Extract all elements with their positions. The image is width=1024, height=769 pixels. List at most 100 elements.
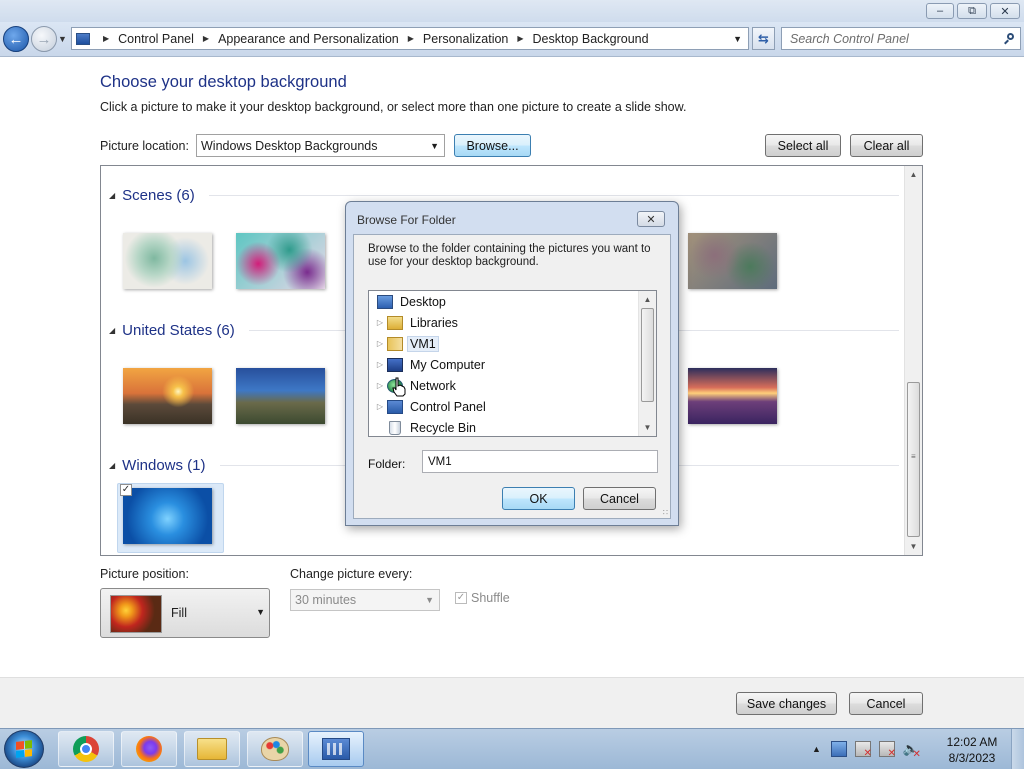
close-icon: ✕ xyxy=(1000,5,1010,18)
show-desktop-button[interactable] xyxy=(1011,729,1024,769)
tree-item-control-panel[interactable]: ▷ Control Panel xyxy=(375,396,489,417)
taskbar-explorer[interactable] xyxy=(184,731,240,767)
power-icon[interactable]: ✕ xyxy=(854,741,872,759)
tree-item-vm1[interactable]: ▷ VM1 xyxy=(375,333,439,354)
address-dropdown-icon[interactable]: ▼ xyxy=(733,34,742,44)
picture-location-dropdown[interactable]: Windows Desktop Backgrounds ▼ xyxy=(196,134,445,157)
hand-cursor-icon xyxy=(392,377,406,397)
minimize-icon: ‒ xyxy=(936,5,944,17)
volume-muted-icon[interactable]: 🔈 ✕ xyxy=(903,741,921,760)
breadcrumb-appearance[interactable]: Appearance and Personalization xyxy=(218,32,399,46)
dropdown-arrow-icon: ▼ xyxy=(430,140,439,151)
breadcrumb-chevron-icon[interactable]: ▶ xyxy=(408,34,414,43)
change-interval-dropdown[interactable]: 30 minutes ▼ xyxy=(290,589,440,611)
close-button[interactable]: ✕ xyxy=(990,3,1020,19)
tree-item-recycle-bin[interactable]: Recycle Bin xyxy=(375,417,479,436)
group-title: United States (6) xyxy=(122,322,235,339)
taskbar-paint[interactable] xyxy=(247,731,303,767)
expand-arrow-icon[interactable]: ▷ xyxy=(375,318,385,327)
wallpaper-checkbox[interactable]: ✓ xyxy=(120,484,132,496)
tree-item-label: My Computer xyxy=(410,357,486,372)
tree-item-libraries[interactable]: ▷ Libraries xyxy=(375,312,461,333)
wallpaper-thumbnail[interactable] xyxy=(236,368,325,424)
tree-item-network[interactable]: ▷ Network xyxy=(375,375,459,396)
wallpaper-thumbnail[interactable] xyxy=(123,233,212,289)
ok-button[interactable]: OK xyxy=(502,487,575,510)
expand-arrow-icon[interactable]: ▷ xyxy=(375,339,385,348)
scroll-down-arrow-icon[interactable]: ▼ xyxy=(639,419,656,436)
clear-all-button[interactable]: Clear all xyxy=(850,134,923,157)
show-hidden-icons-icon[interactable]: ▲ xyxy=(812,744,821,754)
minimize-button[interactable]: ‒ xyxy=(926,3,954,19)
picture-position-label: Picture position: xyxy=(100,567,189,581)
resize-grip-icon[interactable]: ∷ xyxy=(663,509,668,517)
picture-position-dropdown[interactable]: Fill ▼ xyxy=(100,588,270,638)
tree-item-label: VM1 xyxy=(407,335,439,352)
windows-logo-icon xyxy=(16,740,32,758)
breadcrumb-personalization[interactable]: Personalization xyxy=(423,32,508,46)
expand-arrow-icon[interactable]: ▷ xyxy=(375,360,385,369)
dialog-close-button[interactable]: ✕ xyxy=(637,211,665,227)
scroll-thumb[interactable]: ≡ xyxy=(907,382,920,537)
wallpaper-thumbnail[interactable] xyxy=(123,488,212,544)
folder-tree[interactable]: Desktop ▷ Libraries ▷ VM1 ▷ My Computer … xyxy=(368,290,657,437)
forward-button[interactable]: → xyxy=(31,26,57,52)
grip-icon: ≡ xyxy=(911,452,916,461)
taskbar-chrome[interactable] xyxy=(58,731,114,767)
system-clock[interactable]: 12:02 AM 8/3/2023 xyxy=(944,734,1000,766)
back-button[interactable]: ← xyxy=(3,26,29,52)
wallpaper-thumbnail[interactable] xyxy=(688,233,777,289)
wallpaper-thumbnail[interactable] xyxy=(688,368,777,424)
clock-time: 12:02 AM xyxy=(946,735,998,749)
save-changes-button[interactable]: Save changes xyxy=(736,692,837,715)
picture-position-value: Fill xyxy=(171,606,187,620)
gallery-scrollbar[interactable]: ▲ ≡ ▼ xyxy=(904,166,922,555)
browse-button[interactable]: Browse... xyxy=(454,134,531,157)
breadcrumb-chevron-icon[interactable]: ▶ xyxy=(203,34,209,43)
restore-button[interactable]: ⧉ xyxy=(957,3,987,19)
scroll-up-arrow-icon[interactable]: ▲ xyxy=(639,291,656,308)
cancel-button[interactable]: Cancel xyxy=(849,692,923,715)
collapse-triangle-icon[interactable]: ◢ xyxy=(109,326,115,335)
breadcrumb-chevron-icon[interactable]: ▶ xyxy=(517,34,523,43)
change-picture-label: Change picture every: xyxy=(290,567,413,581)
desktop-icon xyxy=(377,294,393,309)
picture-location-label: Picture location: xyxy=(100,139,189,153)
scroll-thumb[interactable] xyxy=(641,308,654,402)
address-bar[interactable]: ▶ Control Panel ▶ Appearance and Personali… xyxy=(71,27,749,50)
recent-pages-dropdown-icon[interactable]: ▼ xyxy=(58,34,67,44)
taskbar-control-panel[interactable] xyxy=(308,731,364,767)
tree-item-desktop[interactable]: Desktop xyxy=(375,291,449,312)
dropdown-arrow-icon: ▼ xyxy=(256,607,265,617)
start-button[interactable] xyxy=(4,730,44,768)
wallpaper-thumbnail[interactable] xyxy=(236,233,325,289)
collapse-triangle-icon[interactable]: ◢ xyxy=(109,461,115,470)
expand-arrow-icon[interactable]: ▷ xyxy=(375,402,385,411)
network-tray-icon[interactable]: ✕ xyxy=(878,741,896,759)
page-title: Choose your desktop background xyxy=(100,73,347,91)
select-all-button[interactable]: Select all xyxy=(765,134,841,157)
taskbar-firefox[interactable] xyxy=(121,731,177,767)
dialog-cancel-button[interactable]: Cancel xyxy=(583,487,656,510)
breadcrumb-control-panel[interactable]: Control Panel xyxy=(118,32,194,46)
group-title: Scenes (6) xyxy=(122,187,195,204)
search-icon[interactable] xyxy=(1004,32,1016,45)
refresh-button[interactable]: ⇆ xyxy=(752,27,775,50)
scroll-down-arrow-icon[interactable]: ▼ xyxy=(905,538,922,555)
action-center-icon[interactable] xyxy=(830,741,847,757)
wallpaper-thumbnail[interactable] xyxy=(123,368,212,424)
tree-item-my-computer[interactable]: ▷ My Computer xyxy=(375,354,488,375)
shuffle-checkbox[interactable]: ✓ xyxy=(455,592,467,604)
search-input[interactable]: Search Control Panel xyxy=(781,27,1021,50)
breadcrumb-chevron-icon[interactable]: ▶ xyxy=(103,34,109,43)
expand-arrow-icon[interactable]: ▷ xyxy=(375,381,385,390)
scroll-up-arrow-icon[interactable]: ▲ xyxy=(905,166,922,183)
collapse-triangle-icon[interactable]: ◢ xyxy=(109,191,115,200)
page-description: Click a picture to make it your desktop … xyxy=(100,100,687,114)
folder-input[interactable]: VM1 xyxy=(422,450,658,473)
breadcrumb-desktop-background[interactable]: Desktop Background xyxy=(533,32,649,46)
shuffle-label: Shuffle xyxy=(471,591,510,605)
libraries-icon xyxy=(387,315,403,330)
folder-label: Folder: xyxy=(368,457,406,471)
tree-scrollbar[interactable]: ▲ ▼ xyxy=(638,291,656,436)
